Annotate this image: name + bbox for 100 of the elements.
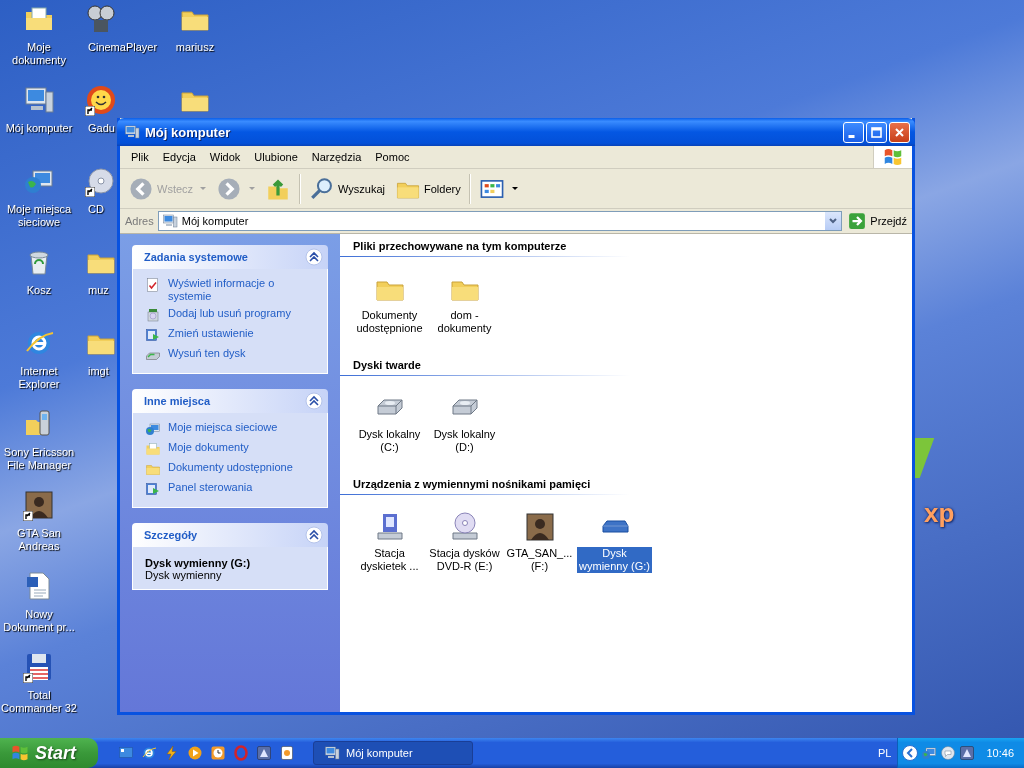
clock-icon[interactable] [210, 745, 226, 761]
panel-header[interactable]: Inne miejsca [132, 389, 328, 413]
task-link[interactable]: Moje miejsca sieciowe [168, 421, 278, 434]
address-field[interactable]: Mój komputer [157, 211, 843, 231]
install-icon [145, 307, 161, 323]
speech-icon[interactable] [940, 745, 957, 761]
task-link[interactable]: Dokumenty udostępnione [168, 461, 293, 474]
maximize-icon [870, 125, 883, 139]
section-title: Urządzenia z wymiennymi nośnikami pamięci [352, 478, 591, 490]
desktop-icon-label[interactable]: Nowy Dokument pr... [1, 608, 77, 634]
desktop-icon-label[interactable]: Gadu [88, 122, 115, 135]
taskbar-button[interactable]: Mój komputer [313, 741, 473, 765]
checklist-icon [145, 277, 161, 293]
task-link[interactable]: Wyświetl informacje o systemie [168, 277, 318, 303]
minimize-icon [848, 134, 855, 138]
panel-header[interactable]: Szczegóły [132, 523, 328, 547]
close-icon [893, 125, 906, 139]
desktop-icon-label[interactable]: imgt [88, 365, 109, 378]
details-type: Dysk wymienny [145, 569, 223, 581]
dropdown-button[interactable] [825, 212, 842, 230]
desktop-icon-label[interactable]: Internet Explorer [1, 365, 77, 391]
menu-item[interactable]: Plik [124, 151, 156, 163]
menu-item[interactable]: Edycja [155, 151, 203, 163]
desktop-icon-label[interactable]: Moje miejsca sieciowe [1, 203, 77, 229]
language-indicator[interactable]: PL [872, 747, 898, 759]
desktop-icon[interactable] [118, 745, 134, 761]
shortcut-arrow-icon [85, 106, 95, 116]
desktop-icon-label[interactable]: mariusz [175, 41, 215, 54]
item-label[interactable]: Stacja dyskietek ... [352, 547, 427, 573]
note-icon[interactable] [279, 745, 295, 761]
desktop-icon-label[interactable]: CinemaPlayer [88, 41, 158, 54]
maximize-button[interactable] [866, 121, 887, 143]
collapse-chevron-icon[interactable] [305, 248, 323, 266]
browser-icon[interactable] [141, 745, 157, 761]
photo-placeholder[interactable] [523, 511, 556, 543]
window-title: Mój komputer [145, 124, 232, 140]
photo-placeholder[interactable] [23, 489, 55, 521]
desktop-icon-label[interactable]: Total Commander 32 [1, 689, 77, 715]
clock-text: 10:46 [986, 747, 1014, 759]
panel-title: Zadania systemowe [144, 251, 249, 263]
desktop-icon-label[interactable]: Kosz [26, 284, 52, 297]
control-panel-icon [145, 327, 161, 343]
item-label[interactable]: dom - dokumenty [427, 309, 502, 335]
desktop-icon-label[interactable]: Sony Ericsson File Manager [1, 446, 77, 472]
computer-icon [124, 124, 140, 140]
close-button[interactable] [889, 121, 910, 143]
sun-face-icon[interactable] [85, 84, 117, 116]
menu-item[interactable]: Narzędzia [304, 151, 369, 163]
folders-button[interactable]: Foldery [391, 173, 465, 204]
search-button[interactable]: Wyszukaj [305, 173, 390, 204]
shortcut-arrow-icon [85, 187, 95, 197]
shortcut-arrow-icon [23, 673, 33, 683]
wallpaper-logo-text: xp [924, 500, 955, 526]
shortcut-arrow-icon [23, 511, 33, 521]
panel-title: Inne miejsca [144, 395, 212, 407]
menu-item[interactable]: Widok [202, 151, 248, 163]
item-label[interactable]: Dysk lokalny (C:) [352, 428, 427, 454]
section-title: Pliki przechowywane na tym komputerze [352, 240, 567, 252]
section-title: Dyski twarde [352, 359, 421, 371]
collapse-chevron-icon[interactable] [305, 526, 323, 544]
play-icon[interactable] [187, 745, 203, 761]
task-link[interactable]: Moje dokumenty [168, 441, 249, 454]
details-name: Dysk wymienny (G:) [145, 557, 252, 569]
minimize-button[interactable] [843, 121, 864, 143]
documents-folder-icon [145, 441, 161, 457]
desktop-icon-label[interactable]: muz [88, 284, 109, 297]
desktop-icon-label[interactable]: Mój komputer [5, 122, 73, 135]
menu-item[interactable]: Ulubione [247, 151, 305, 163]
disc-icon[interactable] [85, 165, 117, 197]
computer-icon[interactable] [23, 84, 55, 116]
task-link[interactable]: Zmień ustawienie [168, 327, 254, 340]
network-computer-icon [145, 421, 161, 437]
collapse-chevron-icon[interactable] [305, 392, 323, 410]
item-label[interactable]: Stacja dysków DVD-R (E:) [427, 547, 502, 573]
item-label[interactable]: Dokumenty udostępnione [352, 309, 427, 335]
network-computer-icon[interactable] [921, 745, 938, 761]
panel-title: Szczegóły [144, 529, 199, 541]
app-icon[interactable] [959, 745, 976, 761]
desktop-icon-label[interactable]: CD [88, 203, 104, 216]
task-link[interactable]: Dodaj lub usuń programy [168, 307, 291, 320]
desktop-icon-label[interactable]: Moje dokumenty [1, 41, 77, 67]
chevron-down-icon [828, 216, 839, 226]
windows-flag-icon [10, 743, 30, 763]
start-button[interactable]: Start [0, 738, 98, 768]
computer-icon [161, 213, 178, 229]
app-icon[interactable] [256, 745, 272, 761]
address-label: Adres [125, 215, 154, 227]
control-panel-icon [145, 481, 161, 497]
lightning-icon[interactable] [164, 745, 180, 761]
go-button[interactable]: Przejdź [846, 212, 909, 230]
computer-icon [324, 745, 340, 761]
film-reel-icon[interactable] [85, 3, 117, 35]
task-link[interactable]: Panel sterowania [168, 481, 253, 494]
chevron-left-icon[interactable] [902, 745, 919, 761]
item-label[interactable]: Dysk wymienny (G:) [577, 547, 652, 573]
menu-item[interactable]: Pomoc [368, 151, 417, 163]
item-label[interactable]: GTA_SAN_... (F:) [502, 547, 577, 573]
panel-header[interactable]: Zadania systemowe [132, 245, 328, 269]
item-label[interactable]: Dysk lokalny (D:) [427, 428, 502, 454]
task-link[interactable]: Wysuń ten dysk [168, 347, 246, 360]
